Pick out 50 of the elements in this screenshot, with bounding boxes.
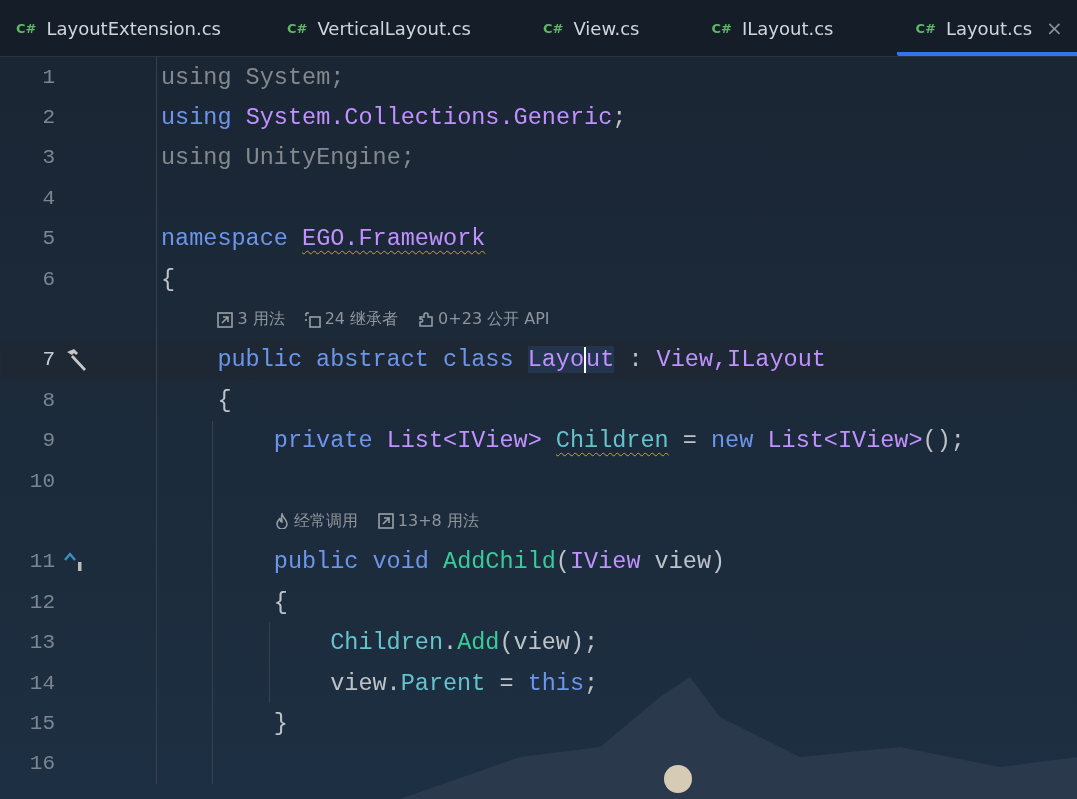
- line-number: 11: [29, 550, 55, 574]
- line-number: 2: [42, 106, 55, 130]
- code-line: private List<IView> Children = new List<IView>();: [273, 427, 965, 455]
- line-number: 14: [29, 671, 55, 695]
- code-hint[interactable]: 13+8 用法: [397, 511, 479, 532]
- line-number: 4: [42, 186, 55, 210]
- editor-tab[interactable]: C# LayoutExtension.cs: [0, 0, 239, 56]
- line-number: 15: [29, 711, 55, 735]
- code-line: using System.Collections.Generic;: [161, 104, 627, 132]
- editor-tab[interactable]: C# VerticalLayout.cs: [269, 0, 489, 56]
- tab-label: View.cs: [573, 17, 640, 39]
- code-line: {: [161, 265, 176, 293]
- code-line: using System;: [161, 63, 345, 91]
- line-number: 12: [29, 590, 55, 614]
- line-number: 8: [42, 388, 55, 412]
- tab-label: LayoutExtension.cs: [46, 17, 221, 39]
- code-hint[interactable]: 0+23 公开 API: [438, 309, 550, 331]
- csharp-file-icon: C#: [16, 20, 37, 36]
- line-number: 7: [42, 348, 55, 372]
- line-number: 16: [29, 752, 55, 776]
- code-line: {: [217, 386, 232, 414]
- line-number: 6: [42, 267, 55, 291]
- close-button[interactable]: ×: [1046, 16, 1063, 40]
- line-number: 3: [42, 146, 55, 170]
- editor-tab[interactable]: C# View.cs: [525, 0, 658, 56]
- line-number: 9: [42, 429, 55, 453]
- code-line: view.Parent = this;: [330, 669, 599, 697]
- code-line: public void AddChild(IView view): [273, 548, 726, 576]
- code-hint[interactable]: 24 继承者: [324, 309, 399, 331]
- line-number: 5: [42, 227, 55, 251]
- tab-label: ILayout.cs: [741, 17, 834, 39]
- tab-label: VerticalLayout.cs: [317, 17, 471, 39]
- line-number: 1: [42, 65, 55, 89]
- csharp-file-icon: C#: [287, 20, 308, 36]
- code-line: using UnityEngine;: [161, 144, 415, 172]
- line-number: 13: [29, 631, 55, 655]
- code-line: public abstract class Layo ut : View,ILayout: [217, 346, 826, 374]
- line-number: 10: [29, 469, 55, 493]
- code-line: Children.Add(view);: [330, 629, 599, 657]
- code-hint[interactable]: 3 用法: [237, 309, 285, 331]
- csharp-file-icon: C#: [711, 20, 732, 36]
- code-line: {: [273, 588, 288, 616]
- editor-tab[interactable]: C# ILayout.cs: [693, 0, 852, 56]
- code-hint[interactable]: 经常调用: [293, 511, 358, 532]
- code-line: namespace EGO.Framework: [161, 225, 486, 253]
- csharp-file-icon: C#: [915, 20, 936, 36]
- csharp-file-icon: C#: [543, 20, 564, 36]
- code-line: }: [273, 709, 288, 737]
- editor-tab[interactable]: C# Layout.cs ×: [897, 0, 1077, 56]
- tab-label: Layout.cs: [945, 17, 1033, 39]
